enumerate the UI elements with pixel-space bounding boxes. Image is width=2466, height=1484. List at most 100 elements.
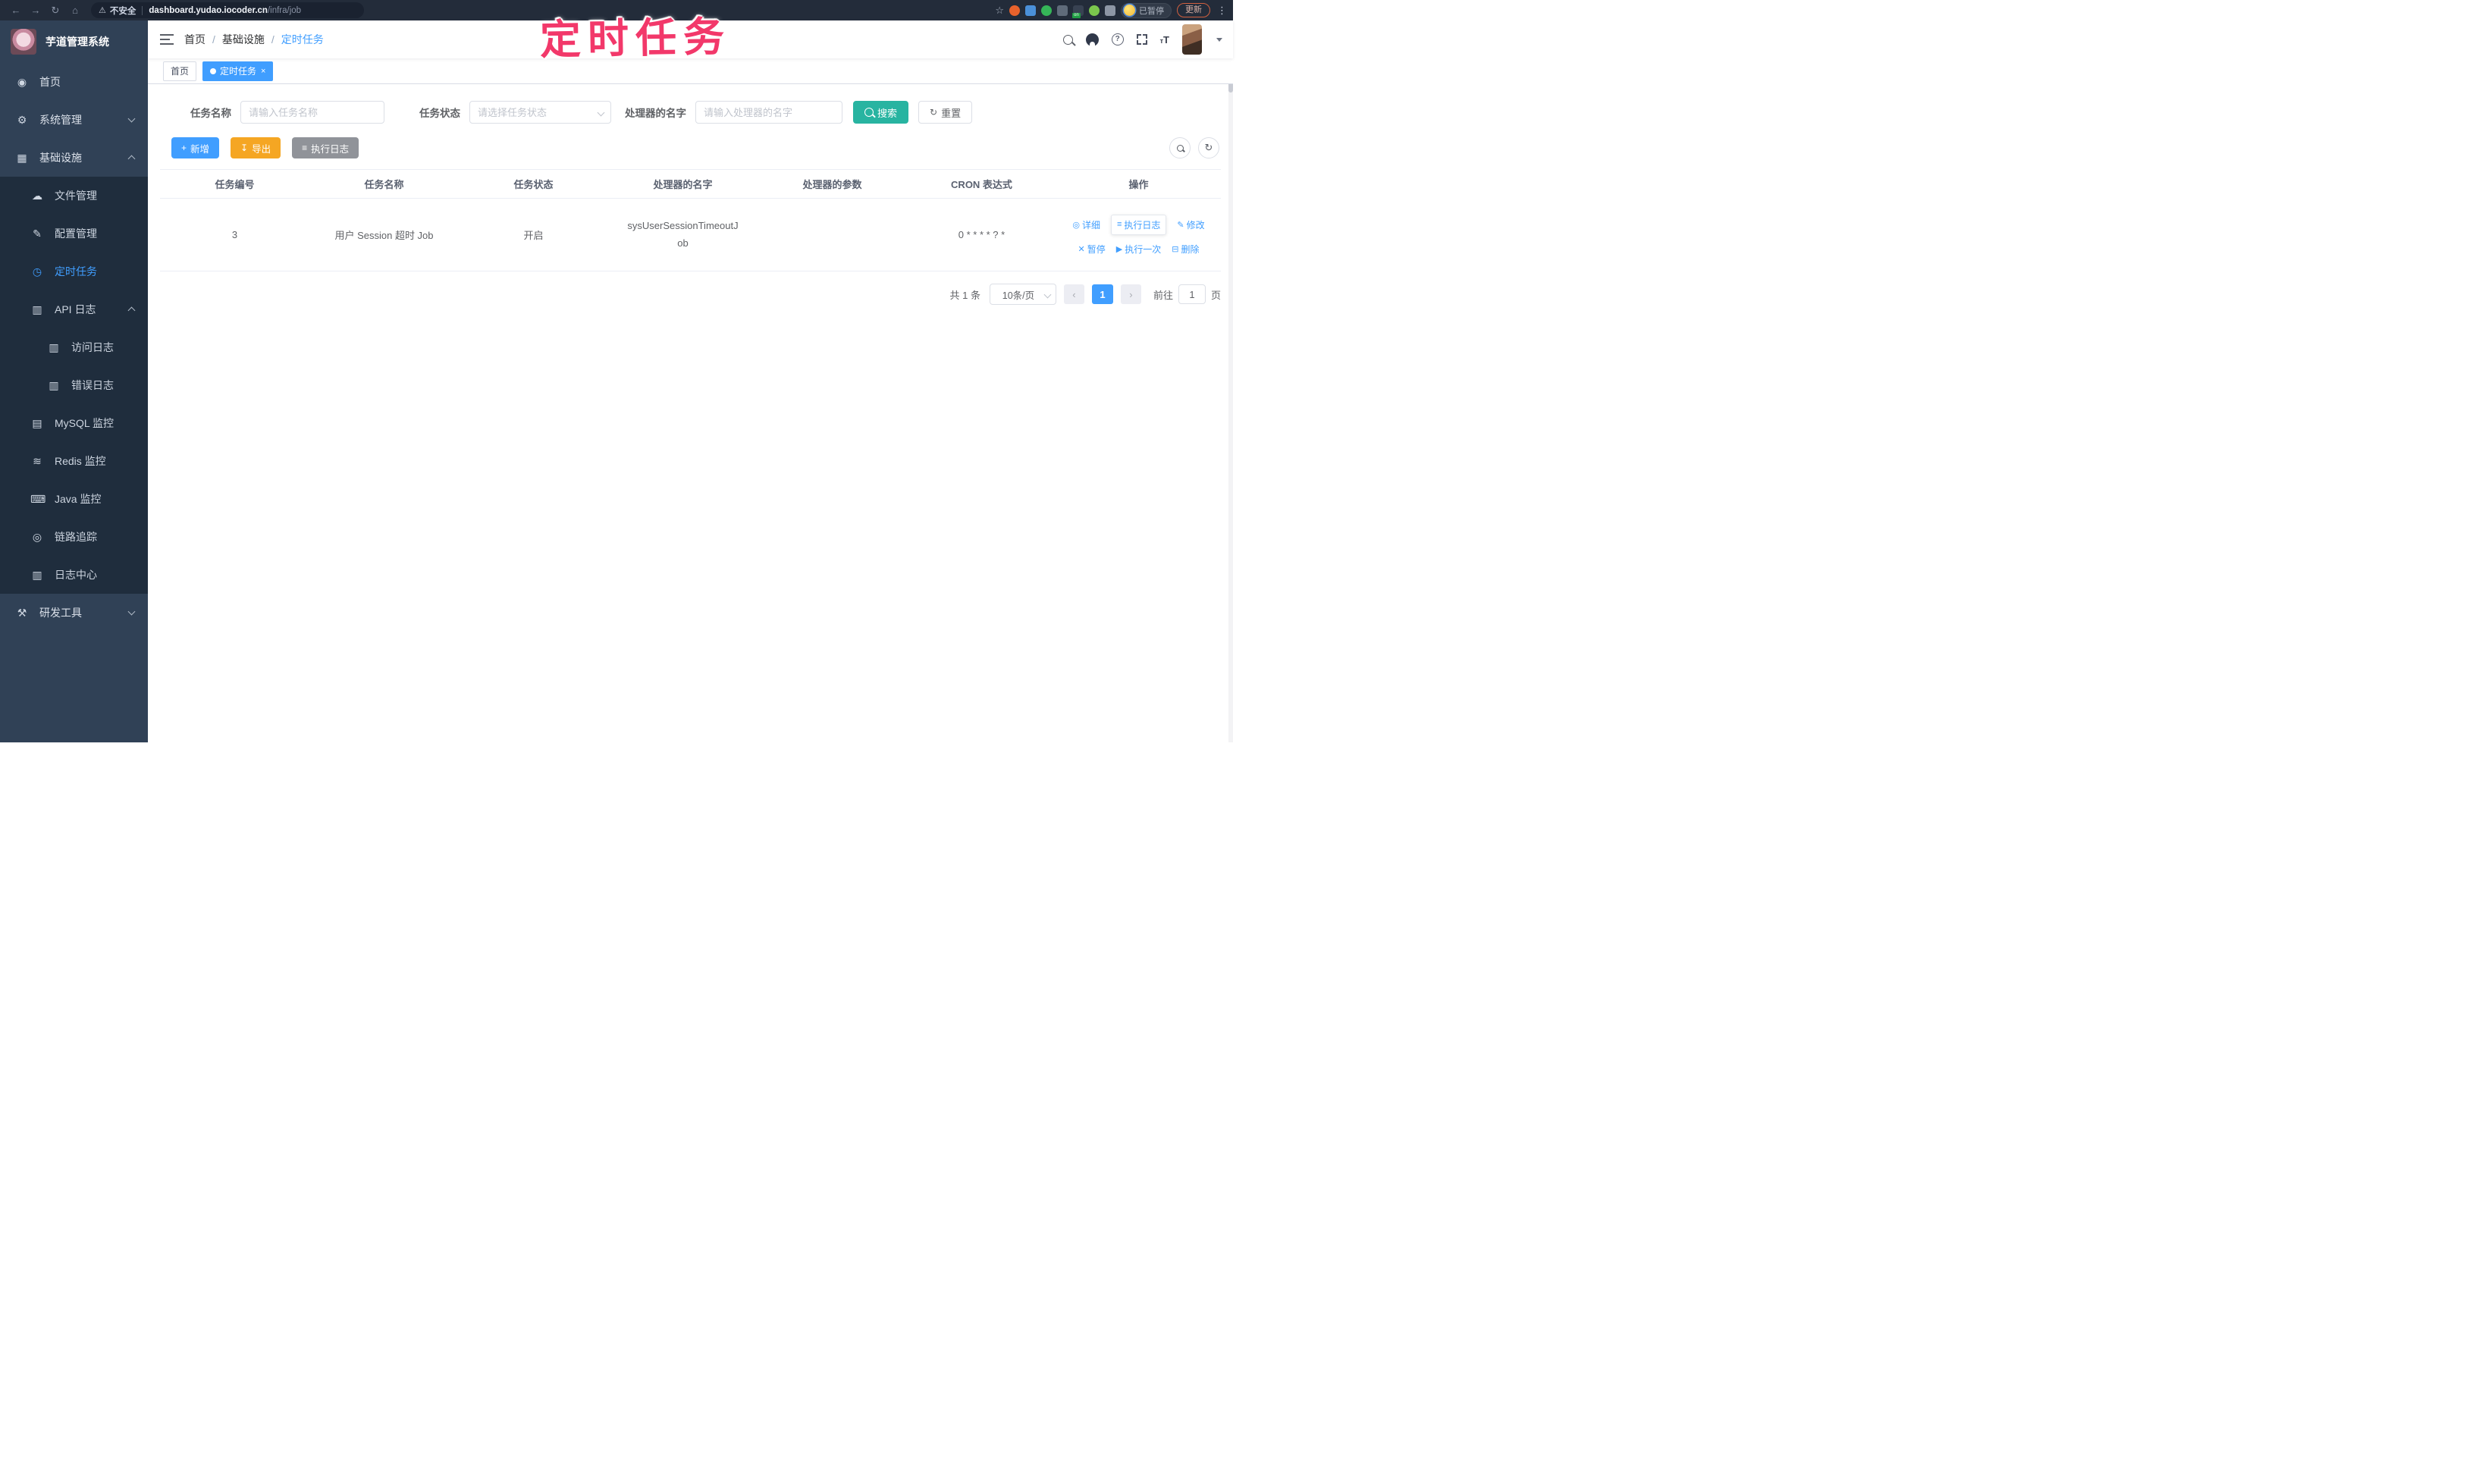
extension-on-badge: on bbox=[1072, 12, 1081, 18]
sidebar-item-access-log[interactable]: ▥ 访问日志 bbox=[0, 328, 148, 366]
row-exec-log-link[interactable]: ≡ 执行日志 bbox=[1110, 214, 1167, 235]
bookmark-star-icon[interactable]: ☆ bbox=[995, 5, 1004, 17]
col-job-id: 任务编号 bbox=[215, 179, 255, 190]
sidebar-item-file[interactable]: ☁ 文件管理 bbox=[0, 177, 148, 215]
edit-link[interactable]: ✎ 修改 bbox=[1177, 218, 1204, 231]
forward-icon[interactable]: → bbox=[30, 5, 42, 16]
sidebar-item-java[interactable]: ⌨ Java 监控 bbox=[0, 480, 148, 518]
chevron-up-icon bbox=[127, 155, 136, 163]
page-content: 任务名称 任务状态 处理器的名字 搜索 ↻ 重置 bbox=[148, 84, 1233, 305]
fullscreen-icon[interactable] bbox=[1136, 34, 1147, 45]
table-header-row: 任务编号 任务名称 任务状态 处理器的名字 处理器的参数 CRON 表达式 操作 bbox=[160, 170, 1221, 199]
main-area: 首页 / 基础设施 / 定时任务 ? тT 首页 定时任务 × 任务名称 请输入… bbox=[148, 20, 1233, 742]
page-size-select[interactable]: 10条/页 bbox=[989, 284, 1056, 305]
app-shell: 芋道管理系统 ◉ 首页 ⚙ 系统管理 ▦ 基础设施 ☁ 文件管理 ✎ 配置管理 … bbox=[0, 20, 1233, 742]
logo[interactable]: 芋道管理系统 bbox=[0, 20, 148, 63]
reset-button[interactable]: ↻ 重置 bbox=[918, 101, 973, 124]
divider bbox=[142, 5, 143, 15]
run-once-link[interactable]: ▶ 执行一次 bbox=[1116, 243, 1161, 256]
search-button[interactable]: 搜索 bbox=[853, 101, 909, 124]
job-name-input[interactable] bbox=[240, 101, 384, 124]
extension-icon[interactable] bbox=[1041, 5, 1052, 16]
page-1-button[interactable]: 1 bbox=[1091, 284, 1113, 304]
edit-icon: ✎ bbox=[1177, 220, 1184, 230]
browser-update-button[interactable]: 更新 bbox=[1177, 3, 1210, 17]
job-status-select-input[interactable] bbox=[469, 101, 611, 124]
exec-log-button[interactable]: ≡ 执行日志 bbox=[292, 137, 359, 158]
sidebar-item-infra[interactable]: ▦ 基础设施 bbox=[0, 139, 148, 177]
window-scrollbar[interactable] bbox=[1228, 20, 1233, 742]
sidebar-item-mysql[interactable]: ▤ MySQL 监控 bbox=[0, 404, 148, 442]
extension-icon[interactable] bbox=[1025, 5, 1036, 16]
handler-name-input[interactable] bbox=[695, 101, 842, 124]
home-icon[interactable]: ⌂ bbox=[69, 5, 81, 16]
job-status-select[interactable] bbox=[469, 101, 611, 124]
extension-icon[interactable]: on bbox=[1072, 5, 1084, 18]
tag-job[interactable]: 定时任务 × bbox=[202, 61, 274, 81]
cell-actions: ◎ 详细 ≡ 执行日志 ✎ 修改 ✕ 暂停 ▶ 执行一次 ⊟ 删除 bbox=[1056, 209, 1221, 262]
delete-link[interactable]: ⊟ 删除 bbox=[1172, 243, 1199, 256]
extension-icon[interactable] bbox=[1009, 5, 1020, 16]
extension-icon[interactable] bbox=[1057, 5, 1068, 16]
extension-icon[interactable] bbox=[1089, 5, 1100, 16]
detail-link[interactable]: ◎ 详细 bbox=[1072, 218, 1100, 231]
close-icon[interactable]: × bbox=[261, 67, 265, 76]
col-handler-param: 处理器的参数 bbox=[802, 179, 862, 190]
help-icon[interactable]: ? bbox=[1111, 33, 1124, 45]
sidebar-item-tracing[interactable]: ◎ 链路追踪 bbox=[0, 518, 148, 556]
sidebar-submenu-infra: ☁ 文件管理 ✎ 配置管理 ◷ 定时任务 ▥ API 日志 ▥ 访问日志 ▥ 错… bbox=[0, 177, 148, 594]
sidebar-item-job[interactable]: ◷ 定时任务 bbox=[0, 253, 148, 290]
sidebar-item-system[interactable]: ⚙ 系统管理 bbox=[0, 101, 148, 139]
github-icon[interactable] bbox=[1085, 33, 1099, 46]
emoji-extension-icon bbox=[1124, 5, 1135, 16]
pause-link[interactable]: ✕ 暂停 bbox=[1078, 243, 1106, 256]
next-page-button[interactable]: › bbox=[1120, 284, 1141, 304]
page-unit-label: 页 bbox=[1210, 289, 1221, 301]
gear-icon: ⚙ bbox=[17, 113, 27, 126]
filter-form: 任务名称 任务状态 处理器的名字 搜索 ↻ 重置 bbox=[190, 101, 1221, 124]
breadcrumb-separator: / bbox=[271, 33, 275, 45]
breadcrumb-section[interactable]: 基础设施 bbox=[222, 32, 265, 47]
reload-icon[interactable]: ↻ bbox=[49, 5, 61, 17]
sidebar-menu: ◉ 首页 ⚙ 系统管理 ▦ 基础设施 ☁ 文件管理 ✎ 配置管理 ◷ 定时任务 … bbox=[0, 63, 148, 742]
chevron-down-icon bbox=[127, 607, 136, 616]
extensions-puzzle-icon[interactable] bbox=[1105, 5, 1115, 16]
user-avatar[interactable] bbox=[1182, 24, 1202, 55]
chevron-down-icon bbox=[127, 115, 136, 123]
prev-page-button[interactable]: ‹ bbox=[1063, 284, 1084, 304]
database-icon: ▤ bbox=[32, 416, 42, 429]
sidebar: 芋道管理系统 ◉ 首页 ⚙ 系统管理 ▦ 基础设施 ☁ 文件管理 ✎ 配置管理 … bbox=[0, 20, 148, 742]
back-icon[interactable]: ← bbox=[10, 5, 22, 16]
refresh-button[interactable]: ↻ bbox=[1198, 137, 1219, 158]
log-center-icon: ▥ bbox=[32, 568, 42, 581]
handler-name-label: 处理器的名字 bbox=[625, 108, 686, 119]
paused-extension-pill[interactable]: 已暂停 bbox=[1121, 2, 1172, 18]
address-bar[interactable]: ⚠ 不安全 dashboard.yudao.iocoder.cn /infra/… bbox=[91, 2, 364, 18]
sidebar-item-api-log[interactable]: ▥ API 日志 bbox=[0, 290, 148, 328]
paused-label: 已暂停 bbox=[1139, 6, 1164, 16]
search-icon[interactable] bbox=[1062, 34, 1073, 45]
add-button[interactable]: + 新增 bbox=[171, 137, 220, 158]
export-button[interactable]: ↧ 导出 bbox=[231, 137, 281, 158]
sidebar-item-redis[interactable]: ≋ Redis 监控 bbox=[0, 442, 148, 480]
sidebar-item-devtools[interactable]: ⚒ 研发工具 bbox=[0, 594, 148, 632]
browser-menu-icon[interactable]: ⋮ bbox=[1217, 5, 1227, 17]
font-size-icon[interactable]: тT bbox=[1160, 34, 1169, 45]
tag-home[interactable]: 首页 bbox=[163, 61, 197, 81]
table-toolbar: + 新增 ↧ 导出 ≡ 执行日志 ↻ bbox=[171, 137, 1221, 158]
avatar-dropdown-caret-icon[interactable] bbox=[1216, 37, 1222, 42]
show-search-button[interactable] bbox=[1169, 137, 1191, 158]
table-mini-actions: ↻ bbox=[1169, 137, 1219, 158]
list-icon: ≡ bbox=[302, 143, 308, 153]
sidebar-item-error-log[interactable]: ▥ 错误日志 bbox=[0, 366, 148, 404]
goto-page-input[interactable] bbox=[1178, 284, 1206, 304]
breadcrumb-home[interactable]: 首页 bbox=[184, 32, 206, 47]
total-count: 共 1 条 bbox=[949, 289, 980, 301]
sidebar-item-log-center[interactable]: ▥ 日志中心 bbox=[0, 556, 148, 594]
refresh-icon: ↻ bbox=[930, 107, 938, 118]
sidebar-toggle-icon[interactable] bbox=[160, 34, 174, 45]
tags-view-bar: 首页 定时任务 × bbox=[148, 58, 1233, 84]
list-icon: ≡ bbox=[1116, 220, 1122, 229]
sidebar-item-home[interactable]: ◉ 首页 bbox=[0, 63, 148, 101]
sidebar-item-config[interactable]: ✎ 配置管理 bbox=[0, 215, 148, 253]
